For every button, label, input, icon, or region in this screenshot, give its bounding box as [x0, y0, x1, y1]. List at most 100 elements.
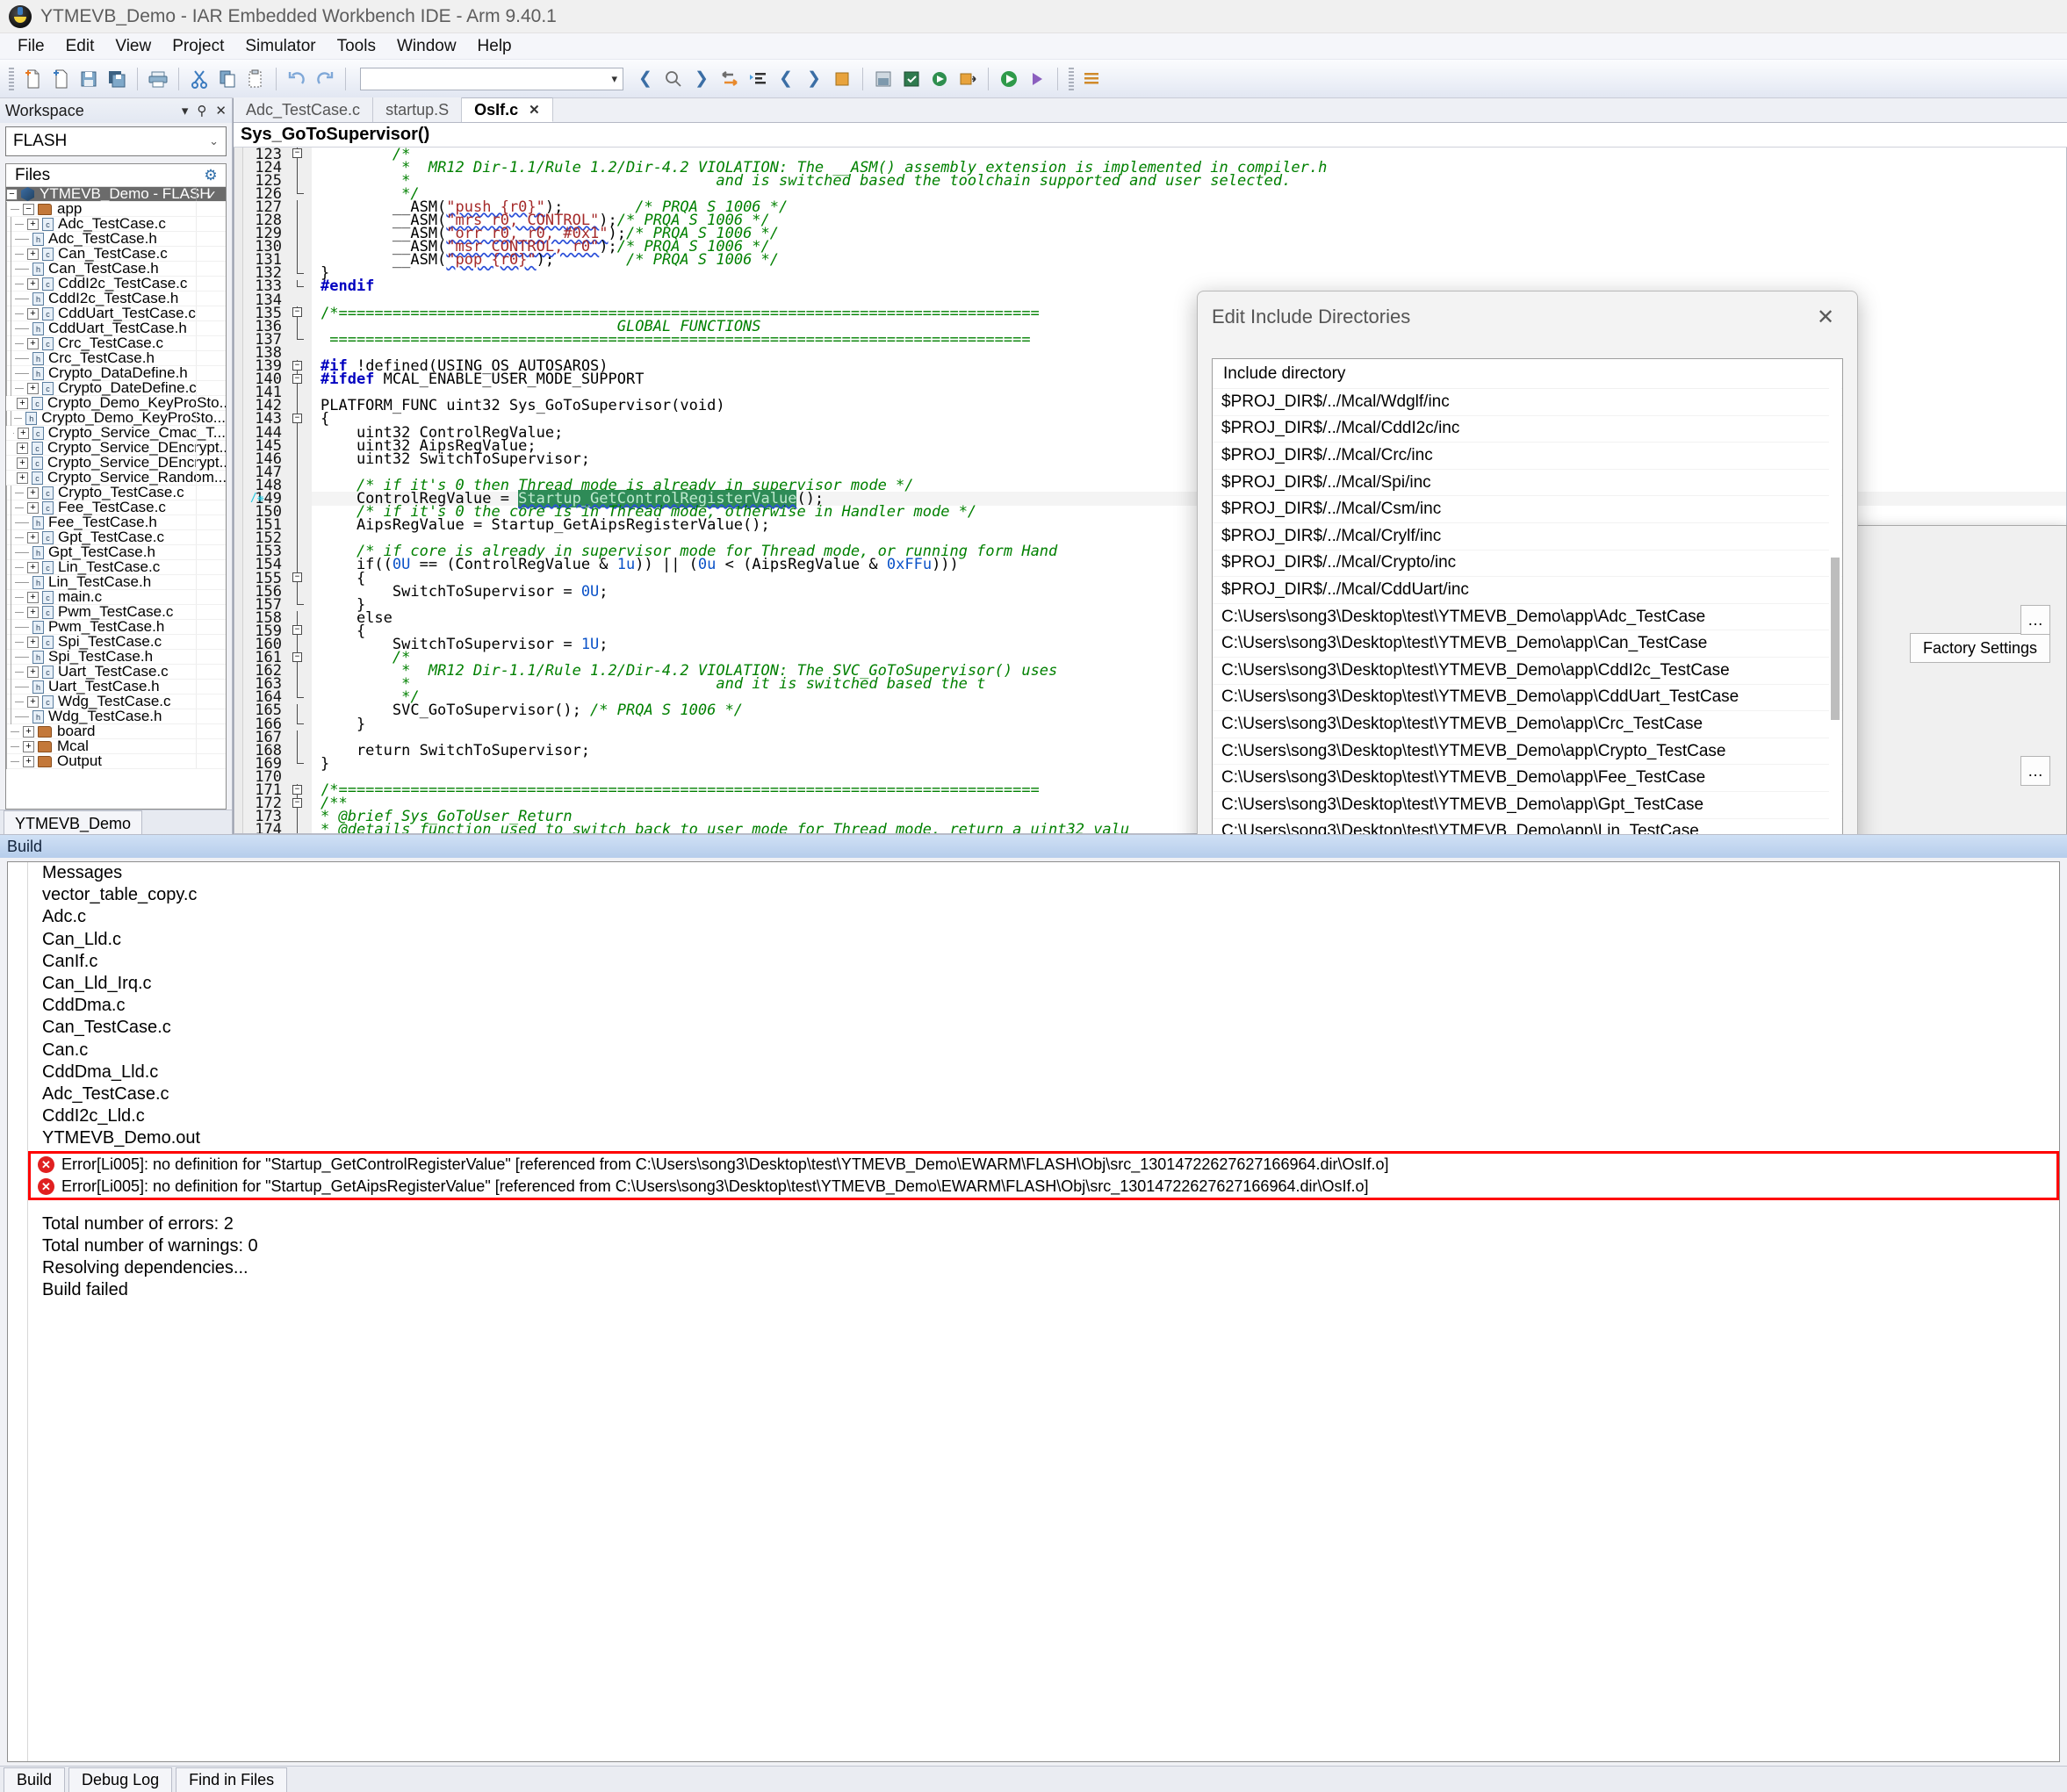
build-tab-find-in-files[interactable]: Find in Files [176, 1767, 288, 1792]
tree-expander[interactable]: + [27, 218, 39, 230]
fold-marker[interactable]: − [289, 783, 312, 797]
menu-edit[interactable]: Edit [55, 34, 105, 59]
close-icon[interactable]: ✕ [1808, 299, 1843, 335]
fold-marker[interactable] [289, 558, 312, 572]
find-icon[interactable] [660, 66, 687, 92]
goto-icon[interactable] [717, 66, 743, 92]
browse-ellipsis-button-top[interactable]: … [2020, 605, 2050, 635]
include-directory-row[interactable]: $PROJ_DIR$/../Mcal/Spi/inc [1213, 470, 1842, 497]
toggle-breakpoint-icon[interactable] [829, 66, 855, 92]
include-directory-row[interactable]: $PROJ_DIR$/../Mcal/Crc/inc [1213, 443, 1842, 470]
fold-marker[interactable] [289, 531, 312, 545]
fold-marker[interactable] [289, 611, 312, 625]
project-tree[interactable]: Files ⚙ − YTMEVB_Demo - FLASH ✓ − app + c Adc_T… [5, 163, 227, 810]
menu-simulator[interactable]: Simulator [234, 34, 326, 59]
tree-expander[interactable]: + [27, 666, 39, 678]
menu-view[interactable]: View [104, 34, 162, 59]
fold-marker[interactable] [289, 757, 312, 771]
save-all-icon[interactable] [104, 66, 130, 92]
tree-expander[interactable]: + [27, 501, 39, 514]
tree-expander[interactable]: + [27, 337, 39, 349]
fold-marker[interactable]: − [289, 148, 312, 162]
fold-marker[interactable] [289, 479, 312, 493]
tree-item[interactable]: h Lin_TestCase.h [6, 573, 226, 590]
fold-marker[interactable] [289, 399, 312, 413]
workspace-config-dropdown[interactable]: FLASH ⌄ [5, 126, 227, 156]
fold-marker[interactable] [289, 823, 312, 833]
fold-marker[interactable] [289, 505, 312, 519]
menu-file[interactable]: File [7, 34, 55, 59]
fold-marker[interactable]: − [289, 572, 312, 586]
navigate-back-icon[interactable]: ❮ [632, 66, 659, 92]
include-directory-row[interactable]: $PROJ_DIR$/../Mcal/CddUart/inc [1213, 577, 1842, 604]
tree-expander[interactable]: + [27, 382, 39, 394]
fold-marker[interactable] [289, 200, 312, 214]
include-directory-row[interactable]: C:\Users\song3\Desktop\test\YTMEVB_Demo\… [1213, 630, 1842, 658]
search-combo[interactable]: ▾ [360, 67, 623, 90]
browse-ellipsis-button-mid[interactable]: … [2020, 756, 2050, 786]
print-icon[interactable] [145, 66, 171, 92]
compile-icon[interactable] [870, 66, 897, 92]
play-icon[interactable] [1024, 66, 1050, 92]
fold-marker[interactable] [289, 585, 312, 599]
toolbar-grip-2[interactable] [1069, 67, 1074, 90]
gear-icon[interactable]: ⚙ [196, 167, 226, 184]
editor-tab-startup-s[interactable]: startup.S [373, 97, 463, 122]
tree-item[interactable]: + board [6, 723, 226, 739]
fold-marker[interactable] [289, 703, 312, 718]
include-directory-row[interactable]: $PROJ_DIR$/../Mcal/Crypto/inc [1213, 551, 1842, 578]
download-icon[interactable] [954, 66, 981, 92]
fold-marker[interactable] [289, 187, 312, 201]
copy-icon[interactable] [214, 66, 241, 92]
stop-build-icon[interactable] [926, 66, 953, 92]
code-line[interactable]: 131 __ASM("pop {r0}"); /* PRQA S 1006 */ [243, 251, 2066, 270]
fold-marker[interactable] [289, 213, 312, 227]
tree-expander[interactable]: + [17, 457, 28, 469]
tree-expander[interactable]: + [17, 397, 28, 409]
fold-marker[interactable] [289, 439, 312, 453]
step-icon[interactable] [1079, 66, 1106, 92]
include-directory-row[interactable]: C:\Users\song3\Desktop\test\YTMEVB_Demo\… [1213, 604, 1842, 631]
new-workspace-icon[interactable] [47, 66, 74, 92]
bookmark-icon[interactable] [745, 66, 771, 92]
close-icon[interactable]: ✕ [529, 102, 540, 118]
tree-expander[interactable]: + [23, 725, 34, 738]
fold-marker[interactable] [289, 174, 312, 188]
next-bookmark-icon[interactable]: ❯ [801, 66, 827, 92]
include-directory-row[interactable]: C:\Users\song3\Desktop\test\YTMEVB_Demo\… [1213, 685, 1842, 712]
new-document-icon[interactable] [19, 66, 46, 92]
fold-marker[interactable] [289, 333, 312, 347]
include-directory-row[interactable]: $PROJ_DIR$/../Mcal/Wdglf/inc [1213, 389, 1842, 416]
include-directory-row[interactable]: $PROJ_DIR$/../Mcal/Crylf/inc [1213, 523, 1842, 551]
tree-expander[interactable]: + [27, 277, 39, 290]
build-output[interactable]: Messages vector_table_copy.c Adc.c Can_Lld… [7, 861, 2060, 1762]
workspace-tab-ytmevb-demo[interactable]: YTMEVB_Demo [4, 810, 143, 837]
fold-marker[interactable] [289, 240, 312, 254]
navigate-forward-icon[interactable]: ❯ [688, 66, 715, 92]
tree-expander[interactable]: + [23, 740, 34, 752]
fold-marker[interactable] [289, 690, 312, 704]
fold-marker[interactable] [289, 598, 312, 612]
tree-expander[interactable]: + [27, 695, 39, 708]
tree-expander[interactable]: − [6, 188, 18, 200]
tree-expander[interactable]: + [27, 636, 39, 648]
include-directory-row[interactable]: C:\Users\song3\Desktop\test\YTMEVB_Demo\… [1213, 792, 1842, 819]
fold-marker[interactable] [289, 544, 312, 558]
build-tab-debug-log[interactable]: Debug Log [68, 1767, 173, 1792]
fold-marker[interactable] [289, 492, 312, 506]
editor-tab-adc_testcase-c[interactable]: Adc_TestCase.c [234, 97, 374, 122]
menu-help[interactable]: Help [467, 34, 522, 59]
save-icon[interactable] [76, 66, 102, 92]
tree-expander[interactable]: + [17, 442, 28, 454]
make-icon[interactable] [898, 66, 925, 92]
fold-marker[interactable] [289, 293, 312, 307]
tree-expander[interactable]: + [17, 471, 28, 484]
include-directory-row[interactable]: C:\Users\song3\Desktop\test\YTMEVB_Demo\… [1213, 711, 1842, 738]
fold-marker[interactable] [289, 810, 312, 824]
fold-marker[interactable] [289, 346, 312, 360]
editor-tab-osif-c[interactable]: OsIf.c ✕ [462, 97, 553, 122]
build-error-row[interactable]: ✕ Error[Li005]: no definition for "Startu… [31, 1154, 2056, 1176]
scrollbar-thumb[interactable] [1831, 558, 1840, 720]
factory-settings-button[interactable]: Factory Settings [1910, 633, 2050, 663]
fold-marker[interactable]: − [289, 651, 312, 665]
